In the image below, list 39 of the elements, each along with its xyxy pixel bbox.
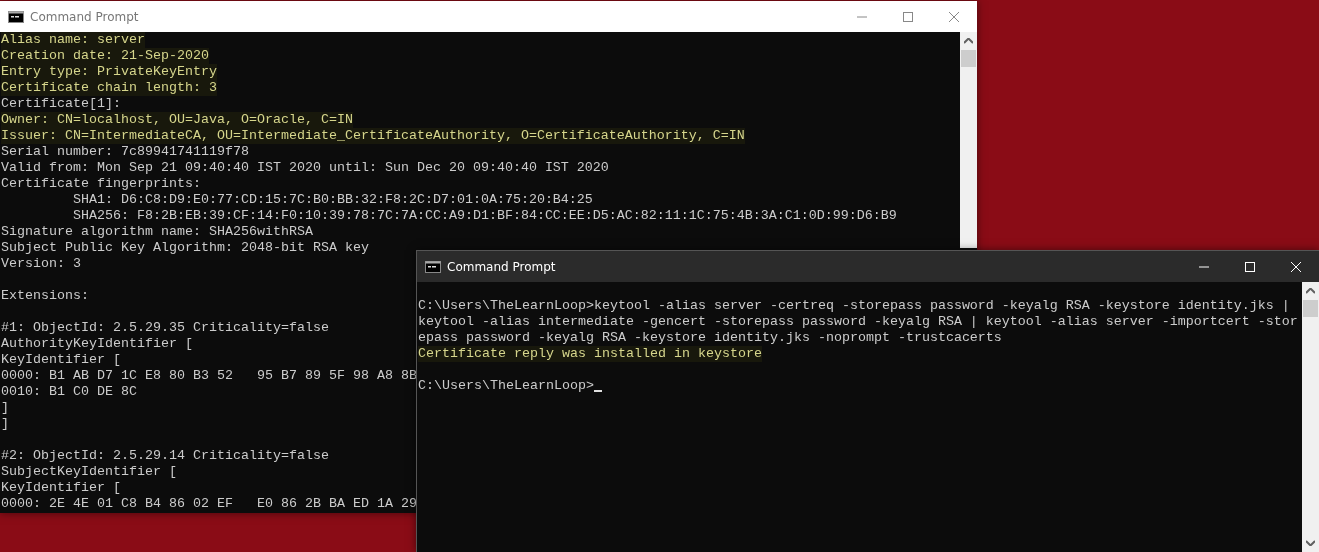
scrollbar[interactable] xyxy=(1302,282,1319,552)
console-line: KeyIdentifier [ xyxy=(1,352,121,368)
close-icon xyxy=(949,11,959,22)
console-line: Serial number: 7c89941741119f78 xyxy=(1,144,249,160)
console-line: #1: ObjectId: 2.5.29.35 Criticality=false xyxy=(1,320,329,336)
console-line: AuthorityKeyIdentifier [ xyxy=(1,336,193,352)
scroll-thumb[interactable] xyxy=(1303,300,1318,317)
close-icon xyxy=(1291,261,1301,272)
terminal-icon xyxy=(8,10,24,23)
window-title: Command Prompt xyxy=(447,259,556,274)
terminal-icon xyxy=(425,260,441,273)
maximize-icon xyxy=(903,11,913,22)
console-line: #2: ObjectId: 2.5.29.14 Criticality=false xyxy=(1,448,329,464)
scroll-thumb[interactable] xyxy=(961,50,976,67)
console-line: Certificate fingerprints: xyxy=(1,176,201,192)
console-line: C:\Users\TheLearnLoop> xyxy=(418,378,594,394)
console-line: Version: 3 xyxy=(1,256,81,272)
console-line: Valid from: Mon Sep 21 09:40:40 IST 2020 until: Sun Dec 20 09:40:40 IST 2020 xyxy=(1,160,609,176)
console-line: KeyIdentifier [ xyxy=(1,480,121,496)
console-line: 0000: B1 AB D7 1C E8 80 B3 52 95 B7 89 5F 98 A8 8B xyxy=(1,368,417,384)
console-line: Extensions: xyxy=(1,288,89,304)
console-line: SHA1: D6:C8:D9:E0:77:CD:15:7C:B0:BB:32:F8:2C:D7:01:0A:75:20:B4:25 xyxy=(71,192,593,208)
console-line: SHA256: F8:2B:EB:39:CF:14:F0:10:39:78:7C:7A:CC:A9:D1:BF:84:CC:EE:D5:AC:82:11:1C:75:4B:3A:C1:0D:99:D6:B9 xyxy=(71,208,897,224)
console-line: Subject Public Key Algorithm: 2048-bit RSA key xyxy=(1,240,369,256)
console-line: Signature algorithm name: SHA256withRSA xyxy=(1,224,313,240)
window-title: Command Prompt xyxy=(30,9,139,24)
console-line: ] xyxy=(1,416,9,432)
scroll-up-icon[interactable] xyxy=(964,38,973,44)
console-line: Certificate[1]: xyxy=(1,96,121,112)
maximize-icon xyxy=(1245,261,1255,272)
console-line: keytool -alias intermediate -gencert -storepass password -keyalg RSA | keytool -alias server -importcert -stor xyxy=(418,314,1298,330)
scroll-up-icon[interactable] xyxy=(1306,288,1315,294)
console-line: C:\Users\TheLearnLoop>keytool -alias server -certreq -storepass password -keyalg RSA -keystore identity.jks | xyxy=(418,298,1290,314)
console-line: 0010: B1 C0 DE 8C xyxy=(1,384,137,400)
console-line: 0000: 2E 4E 01 C8 B4 86 02 EF E0 86 2B BA ED 1A 29 xyxy=(1,496,417,512)
console-line: SubjectKeyIdentifier [ xyxy=(1,464,177,480)
console-line: ] xyxy=(1,400,9,416)
console-line: epass password -keyalg RSA -keystore identity.jks -noprompt -trustcacerts xyxy=(418,330,1002,346)
scroll-down-icon[interactable] xyxy=(1306,540,1315,546)
